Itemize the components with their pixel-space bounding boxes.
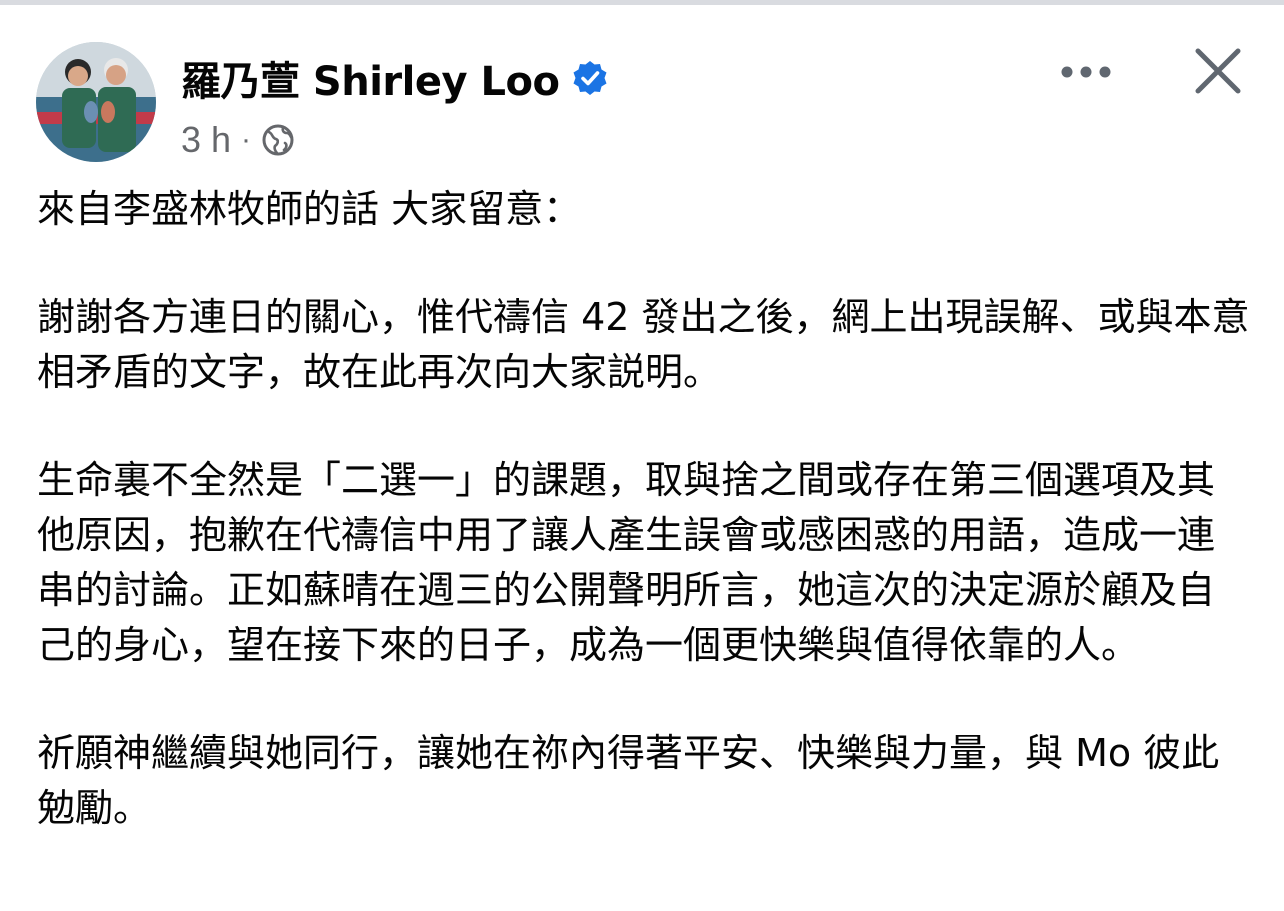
more-options-icon — [1061, 66, 1111, 78]
close-button[interactable] — [1190, 43, 1246, 99]
verified-badge-icon — [571, 59, 609, 97]
globe-icon[interactable] — [261, 123, 295, 157]
post-meta: 3 h · — [181, 118, 295, 162]
meta-separator: · — [241, 123, 252, 156]
post-paragraph-explanation: 生命裏不全然是「二選一」的課題，取與捨之間或存在第三個選項及其他原因，抱歉在代禱… — [37, 458, 1216, 667]
post-header: 羅乃萱 Shirley Loo — [181, 54, 609, 105]
author-name[interactable]: 羅乃萱 Shirley Loo — [181, 49, 560, 107]
post-paragraph-thanks: 謝謝各方連日的關心，惟代禱信 42 發出之後，網上出現誤解、或與本意相矛盾的文字… — [37, 295, 1250, 394]
post-body: 來自李盛林牧師的話 大家留意： 謝謝各方連日的關心，惟代禱信 42 發出之後，網… — [37, 182, 1252, 889]
close-icon — [1195, 48, 1241, 94]
more-options-button[interactable] — [1056, 52, 1116, 92]
post-paragraph-prayer: 祈願神繼續與她同行，讓她在祢內得著平安、快樂與力量，與 Mo 彼此勉勵。 — [37, 731, 1220, 830]
post-paragraph-intro: 來自李盛林牧師的話 大家留意： — [37, 187, 582, 231]
avatar-photo — [36, 42, 156, 162]
post-timestamp[interactable]: 3 h — [181, 119, 231, 161]
author-avatar[interactable] — [36, 42, 156, 162]
top-divider — [0, 0, 1284, 5]
